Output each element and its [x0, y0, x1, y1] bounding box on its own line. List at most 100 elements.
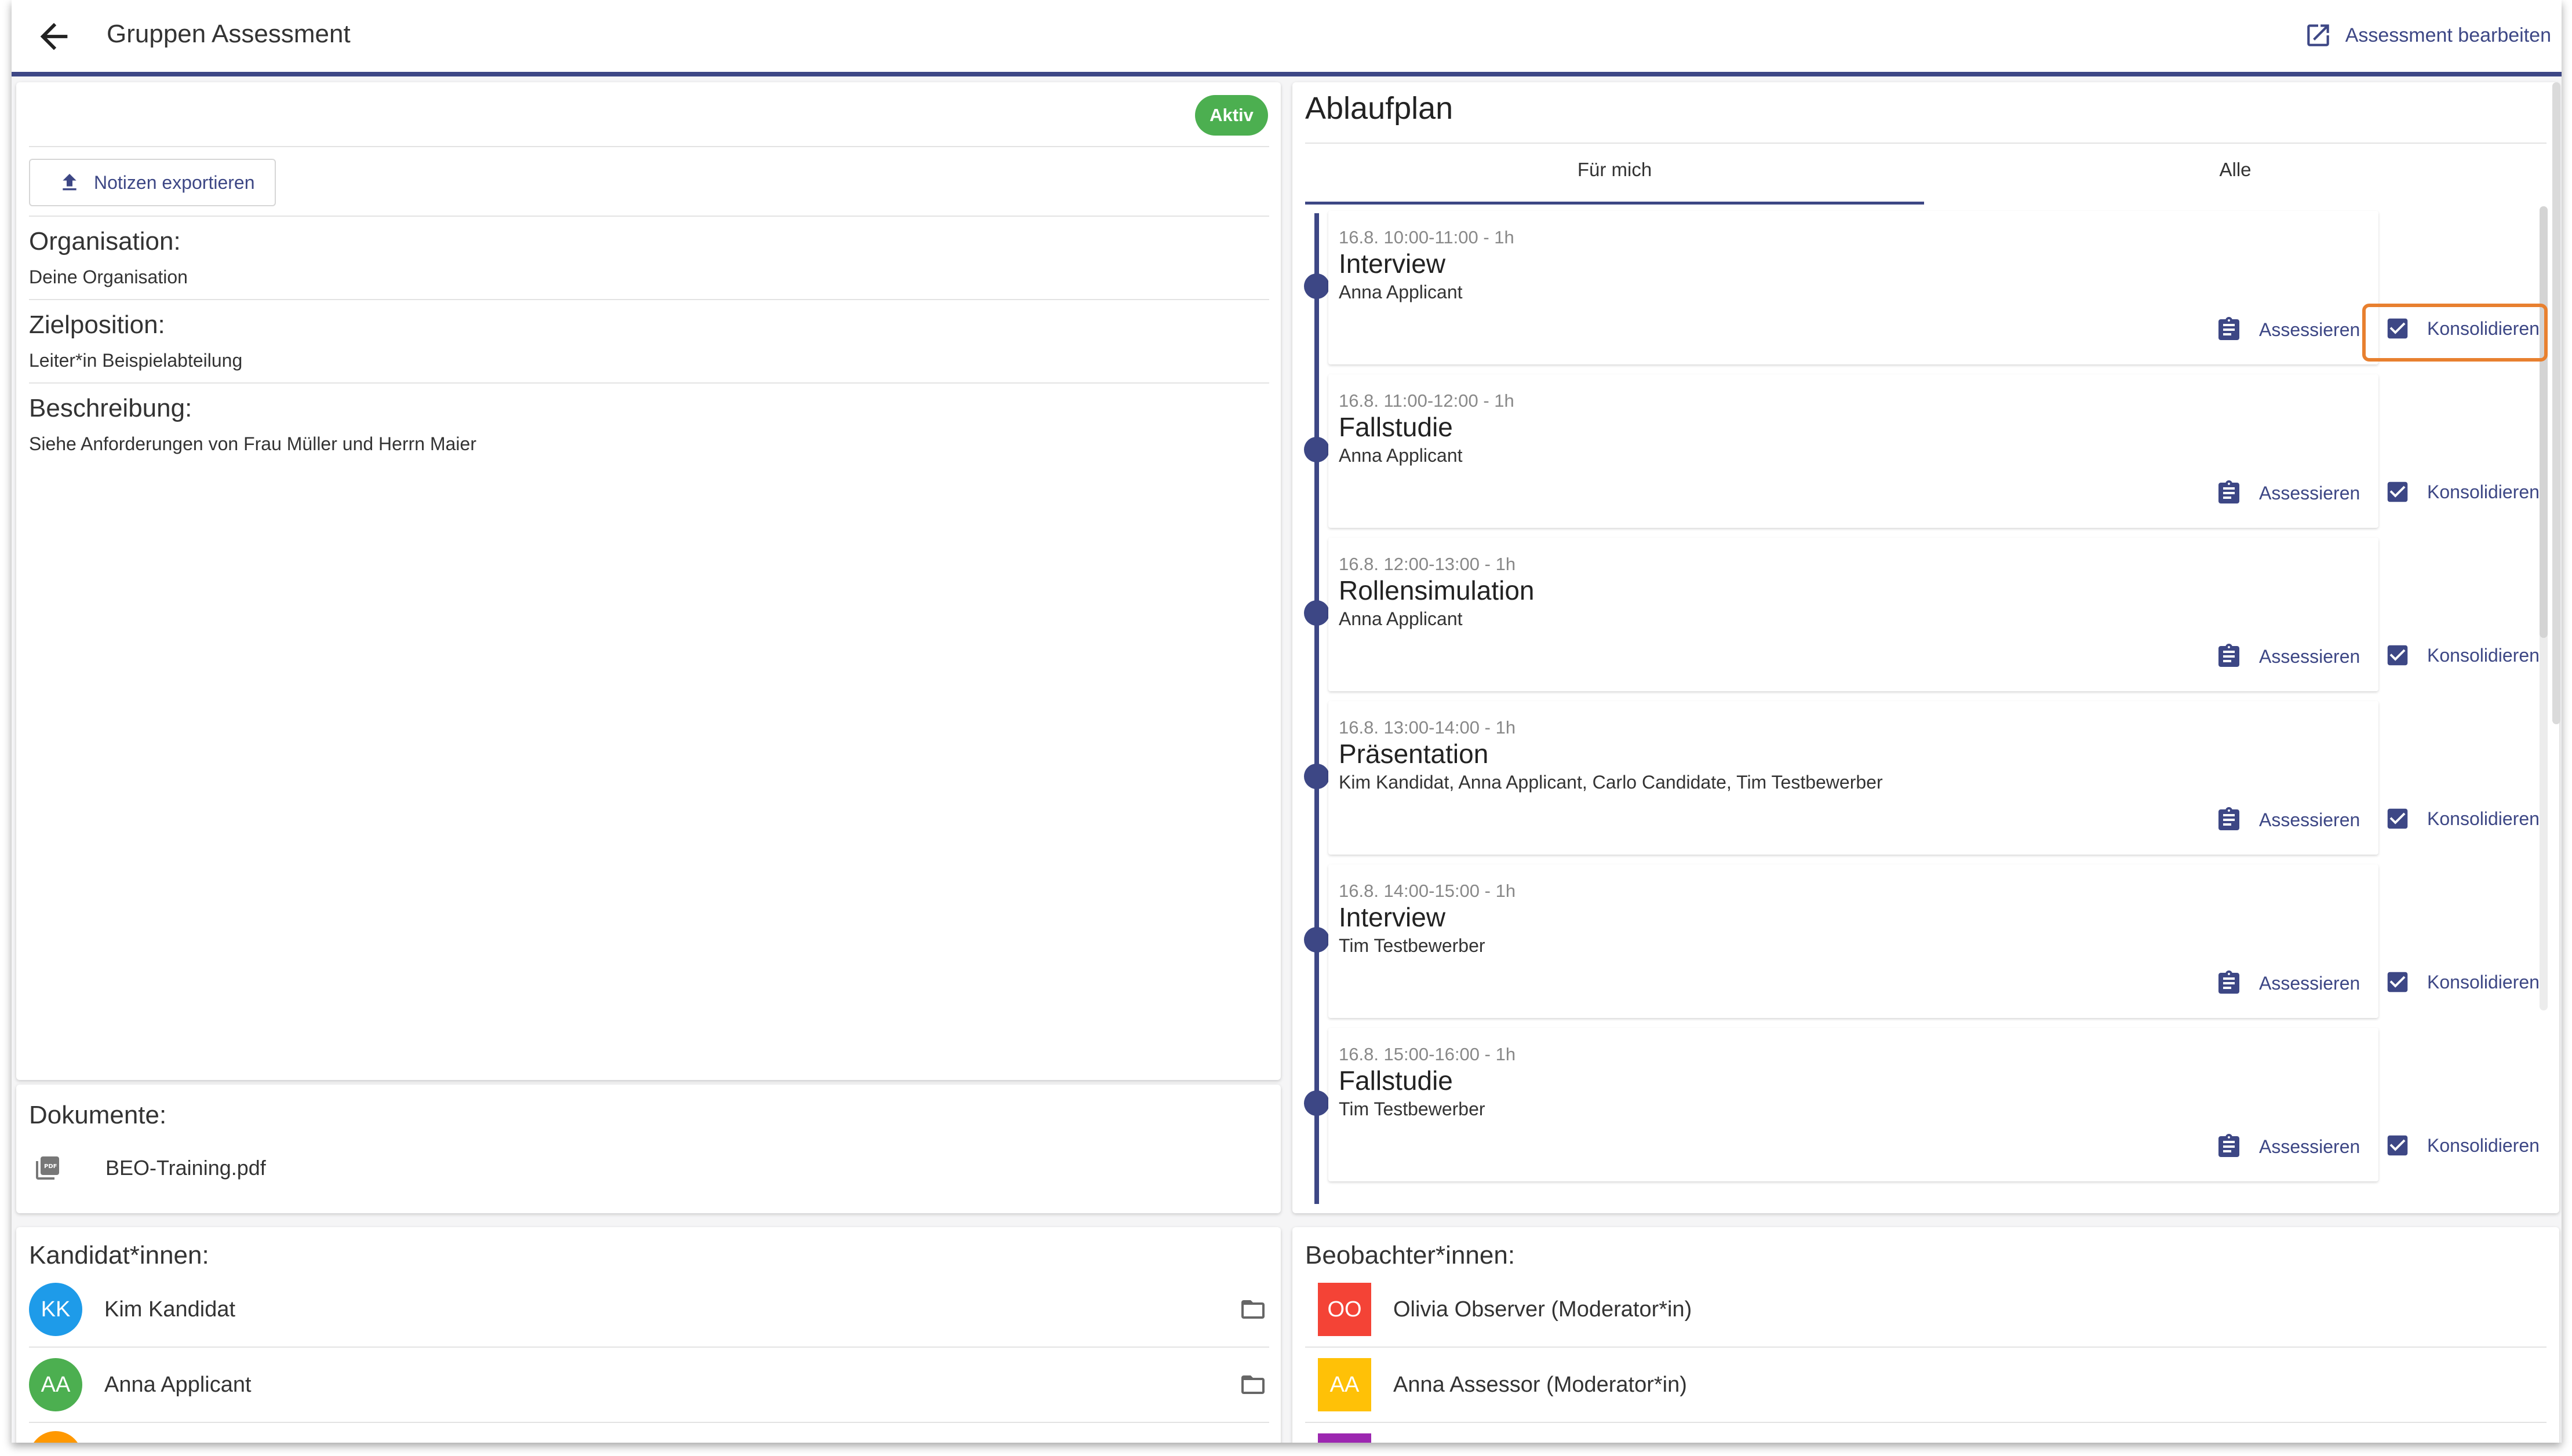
details-panel: Aktiv Notizen exportieren Organisation: … — [16, 82, 1281, 1080]
clipboard-icon — [2218, 480, 2239, 503]
timeline-dot — [1304, 437, 1329, 462]
candidate-name: Anna Applicant — [104, 1372, 252, 1397]
clipboard-icon — [2218, 970, 2239, 994]
schedule-participants: Tim Testbewerber — [1339, 1099, 1485, 1119]
timeline-dot — [1304, 1090, 1329, 1116]
avatar: KK — [29, 1283, 82, 1336]
divider — [1305, 1346, 2547, 1348]
consolidate-label: Konsolidieren — [2427, 808, 2540, 829]
back-button[interactable] — [34, 16, 74, 57]
avatar — [29, 1431, 82, 1443]
observers-panel: Beobachter*innen: OO Olivia Observer (Mo… — [1292, 1227, 2559, 1443]
candidate-folder-button[interactable] — [1237, 1296, 1269, 1323]
candidate-item[interactable]: AA Anna Applicant — [29, 1358, 252, 1411]
schedule-participants: Anna Applicant — [1339, 282, 1463, 302]
divider — [29, 216, 1269, 217]
observer-item[interactable]: OO Olivia Observer (Moderator*in) — [1318, 1283, 1692, 1336]
candidate-folder-button[interactable] — [1237, 1371, 1269, 1399]
observer-name: Olivia Observer (Moderator*in) — [1393, 1297, 1692, 1322]
assess-button[interactable]: Assessieren — [2215, 479, 2360, 508]
avatar-initials: AA — [41, 1372, 71, 1397]
checkbox-checked-icon — [2387, 1135, 2408, 1156]
candidates-title: Kandidat*innen: — [29, 1241, 209, 1269]
consolidate-label: Konsolidieren — [2427, 1134, 2540, 1156]
checkbox-checked-icon — [2387, 808, 2408, 829]
consolidate-button[interactable]: Konsolidieren — [2384, 805, 2540, 832]
divider — [29, 299, 1269, 300]
tab-for-me[interactable]: Für mich — [1305, 159, 1924, 181]
schedule-exercise: Interview — [1339, 902, 1446, 932]
arrow-left-icon — [40, 23, 68, 50]
clipboard-icon — [2218, 317, 2239, 340]
avatar: OO — [1318, 1283, 1371, 1336]
document-name: BEO-Training.pdf — [105, 1156, 266, 1180]
page-scrollbar-thumb[interactable] — [2552, 82, 2560, 724]
assess-label: Assessieren — [2259, 1136, 2360, 1157]
schedule-scrollbar-thumb[interactable] — [2540, 206, 2548, 638]
consolidate-button[interactable]: Konsolidieren — [2384, 642, 2540, 669]
pdf-file-icon: PDF — [36, 1156, 59, 1180]
timeline-dot — [1304, 273, 1329, 299]
assess-label: Assessieren — [2259, 482, 2360, 503]
target-position-label: Zielposition: — [29, 311, 165, 339]
candidate-name: Kim Kandidat — [104, 1297, 236, 1322]
avatar: AA — [1318, 1358, 1371, 1411]
checkbox-checked-icon — [2387, 645, 2408, 666]
document-item[interactable]: PDF BEO-Training.pdf — [34, 1154, 266, 1182]
description-value: Siehe Anforderungen von Frau Müller und … — [29, 433, 476, 454]
tab-all[interactable]: Alle — [1924, 159, 2547, 181]
documents-panel: Dokumente: PDF BEO-Training.pdf — [16, 1085, 1281, 1213]
observer-name: Anna Assessor (Moderator*in) — [1393, 1372, 1687, 1397]
schedule-time: 16.8. 12:00-13:00 - 1h — [1339, 554, 1516, 574]
divider — [1305, 143, 2547, 144]
highlight-box — [2362, 304, 2548, 362]
assess-label: Assessieren — [2259, 319, 2360, 340]
documents-title: Dokumente: — [29, 1101, 167, 1129]
page-title: Gruppen Assessment — [107, 20, 351, 48]
description-label: Beschreibung: — [29, 394, 192, 422]
svg-text:PDF: PDF — [44, 1163, 57, 1170]
timeline-line — [1314, 213, 1319, 1204]
status-badge: Aktiv — [1195, 95, 1268, 136]
consolidate-button[interactable]: Konsolidieren — [2384, 969, 2540, 995]
export-notes-button[interactable]: Notizen exportieren — [29, 159, 276, 206]
consolidate-label: Konsolidieren — [2427, 644, 2540, 666]
export-notes-label: Notizen exportieren — [94, 171, 255, 193]
checkbox-checked-icon — [2387, 481, 2408, 502]
consolidate-button[interactable]: Konsolidieren — [2384, 1132, 2540, 1159]
candidates-panel: Kandidat*innen: KK Kim Kandidat AA Anna … — [16, 1227, 1281, 1443]
assess-button[interactable]: Assessieren — [2215, 969, 2360, 998]
clipboard-icon — [2218, 1134, 2239, 1157]
edit-assessment-link[interactable]: Assessment bearbeiten — [2304, 21, 2551, 50]
schedule-participants: Tim Testbewerber — [1339, 935, 1485, 956]
candidate-item[interactable]: KK Kim Kandidat — [29, 1283, 235, 1336]
active-tab-indicator — [1305, 202, 1924, 205]
divider — [29, 1346, 1269, 1348]
schedule-panel: Ablaufplan Für mich Alle 16.8. 10:00-11:… — [1292, 82, 2559, 1213]
assess-button[interactable]: Assessieren — [2215, 642, 2360, 671]
assess-button[interactable]: Assessieren — [2215, 805, 2360, 834]
assess-button[interactable]: Assessieren — [2215, 1132, 2360, 1161]
observers-title: Beobachter*innen: — [1305, 1241, 1515, 1269]
divider — [1305, 1422, 2547, 1423]
observer-item[interactable]: AA Anna Assessor (Moderator*in) — [1318, 1358, 1687, 1411]
app-window: Gruppen Assessment Assessment bearbeiten… — [12, 0, 2562, 1443]
schedule-exercise: Fallstudie — [1339, 412, 1453, 442]
schedule-participants: Anna Applicant — [1339, 445, 1463, 466]
timeline-dot — [1304, 600, 1329, 626]
divider — [29, 1422, 1269, 1423]
consolidate-button[interactable]: Konsolidieren — [2384, 479, 2540, 505]
checkbox-checked-icon — [2387, 972, 2408, 992]
organisation-value: Deine Organisation — [29, 267, 188, 287]
assess-label: Assessieren — [2259, 972, 2360, 994]
divider — [29, 382, 1269, 384]
assess-button[interactable]: Assessieren — [2215, 315, 2360, 344]
top-app-bar: Gruppen Assessment Assessment bearbeiten — [12, 0, 2562, 76]
schedule-participants: Anna Applicant — [1339, 608, 1463, 629]
target-position-value: Leiter*in Beispielabteilung — [29, 350, 243, 371]
folder-icon — [1241, 1375, 1265, 1394]
schedule-time: 16.8. 10:00-11:00 - 1h — [1339, 227, 1514, 247]
schedule-exercise: Präsentation — [1339, 739, 1489, 769]
consolidate-label: Konsolidieren — [2427, 971, 2540, 992]
schedule-time: 16.8. 11:00-12:00 - 1h — [1339, 391, 1514, 411]
